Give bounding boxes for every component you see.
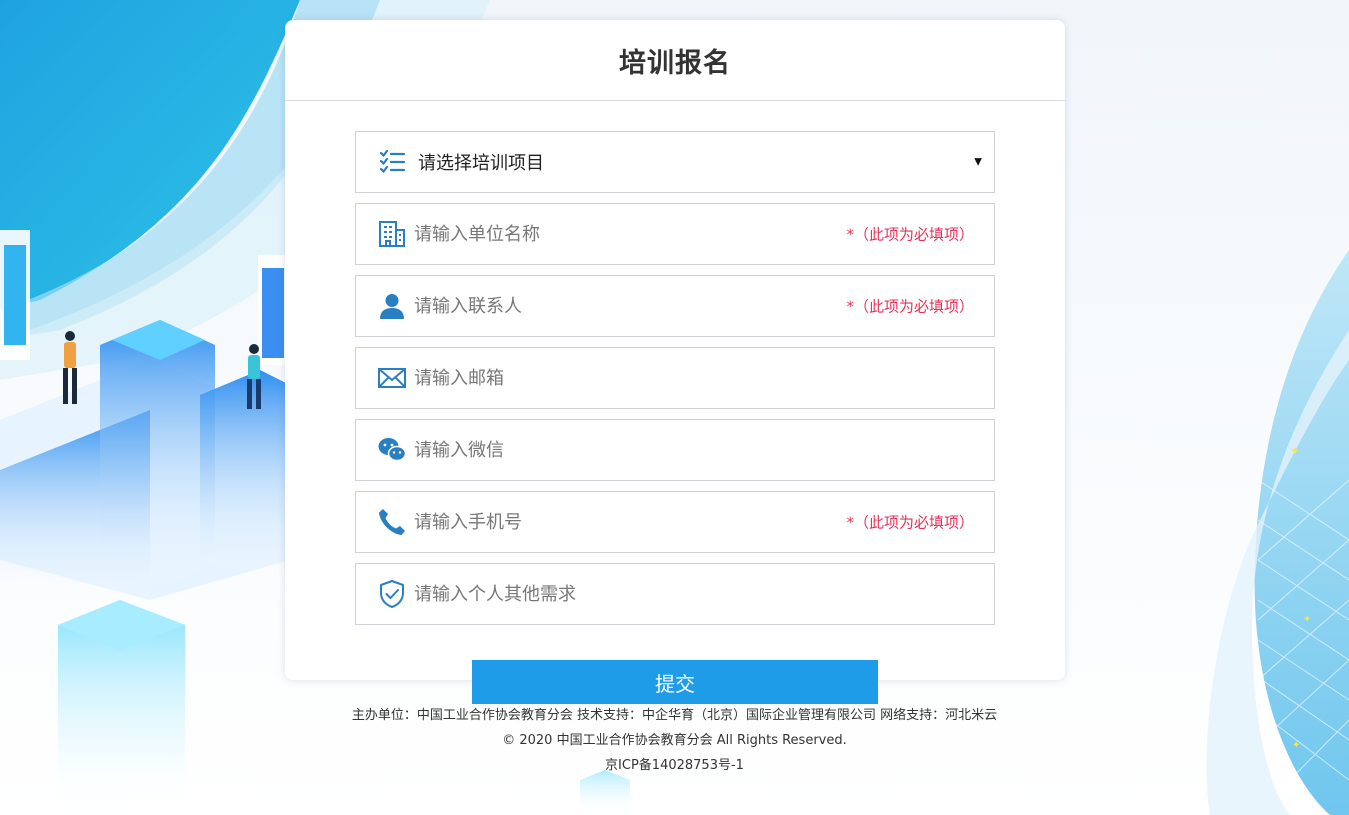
footer-icp: 京ICP备14028753号-1 — [605, 758, 744, 773]
required-note: *（此项为必填项） — [846, 513, 974, 532]
registration-form: 请选择培训项目 ▼ *（此项为必填项） — [355, 131, 995, 635]
email-input[interactable] — [414, 348, 994, 408]
svg-text:✦: ✦ — [1303, 614, 1311, 625]
contact-person-field: *（此项为必填项） — [355, 275, 995, 337]
project-select[interactable]: 请选择培训项目 ▼ — [355, 131, 995, 193]
phone-icon — [376, 506, 408, 538]
footer-sponsor-line: 主办单位：中国工业合作协会教育分会 技术支持：中企华育（北京）国际企业管理有限公… — [351, 708, 998, 723]
footer: 主办单位：中国工业合作协会教育分会 技术支持：中企华育（北京）国际企业管理有限公… — [0, 703, 1349, 778]
user-icon — [376, 290, 408, 322]
project-select-text: 请选择培训项目 — [418, 153, 544, 174]
other-needs-input[interactable] — [414, 564, 994, 624]
phone-field: *（此项为必填项） — [355, 491, 995, 553]
company-name-field: *（此项为必填项） — [355, 203, 995, 265]
svg-text:✦: ✦ — [1290, 444, 1300, 458]
wechat-input[interactable] — [414, 420, 994, 480]
submit-button[interactable]: 提交 — [472, 660, 878, 704]
chevron-down-icon: ▼ — [974, 156, 982, 168]
required-note: *（此项为必填项） — [846, 297, 974, 316]
other-needs-field — [355, 563, 995, 625]
shield-check-icon — [376, 578, 408, 610]
wechat-field — [355, 419, 995, 481]
registration-card: 培训报名 请选择培训项目 ▼ 请输入单位名称 *（此项为必填项） 请输入联系人 … — [285, 20, 1065, 680]
required-note: *（此项为必填项） — [846, 225, 974, 244]
checklist-icon — [376, 146, 408, 178]
email-field — [355, 347, 995, 409]
card-header: 培训报名 — [285, 20, 1065, 101]
building-icon — [376, 218, 408, 250]
mail-icon — [376, 362, 408, 394]
footer-copyright: © 2020 中国工业合作协会教育分会 All Rights Reserved. — [502, 733, 847, 748]
wechat-icon — [376, 434, 408, 466]
page-title: 培训报名 — [619, 47, 731, 79]
